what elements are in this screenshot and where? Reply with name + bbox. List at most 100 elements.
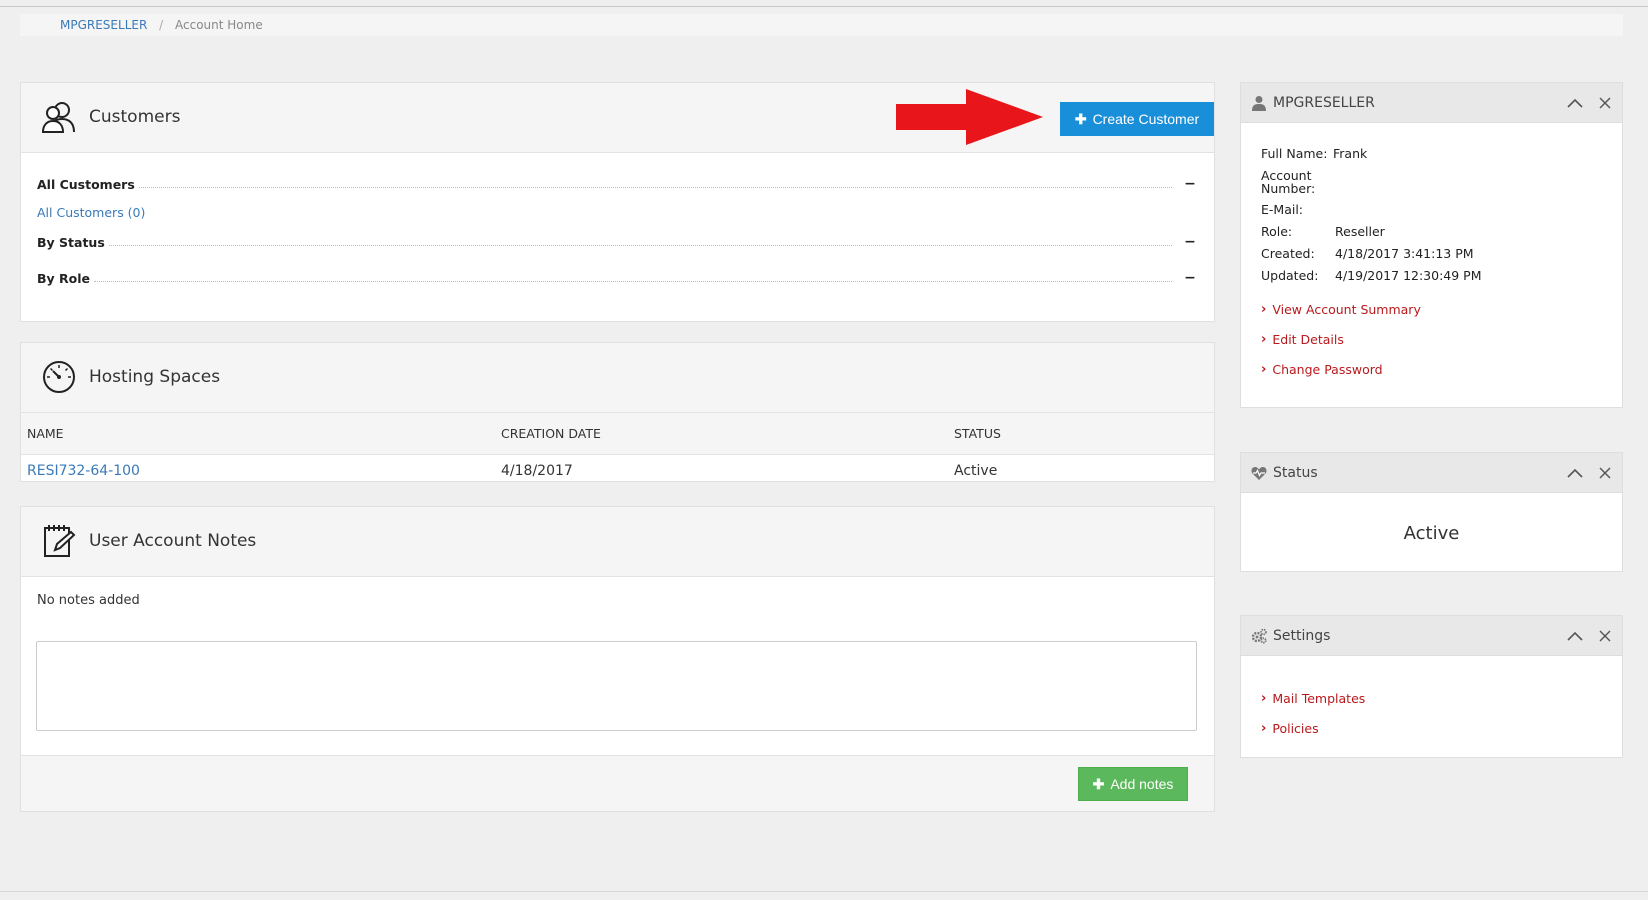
- account-status-value: Active: [1403, 523, 1460, 544]
- edit-details-link[interactable]: › Edit Details: [1261, 325, 1421, 355]
- link-label: Mail Templates: [1272, 691, 1366, 706]
- create-customer-button[interactable]: ✚ Create Customer: [1060, 102, 1214, 136]
- customer-filters: All Customers − All Customers (0) By Sta…: [21, 153, 1214, 293]
- mail-templates-link[interactable]: › Mail Templates: [1261, 684, 1365, 714]
- notepad-icon: [44, 525, 76, 557]
- link-label: Policies: [1272, 721, 1319, 736]
- notes-textarea[interactable]: [36, 641, 1197, 731]
- collapse-widget-button[interactable]: [1564, 92, 1586, 114]
- users-icon: [41, 102, 75, 133]
- chevron-up-icon: [1567, 468, 1583, 478]
- chevron-up-icon: [1567, 98, 1583, 108]
- chevron-right-icon: ›: [1261, 362, 1267, 377]
- link-label: View Account Summary: [1272, 302, 1421, 317]
- hosting-space-link[interactable]: RESI732-64-100: [27, 455, 140, 487]
- column-creation-date[interactable]: CREATION DATE: [501, 413, 601, 455]
- info-value: 4/19/2017 12:30:49 PM: [1335, 268, 1482, 283]
- account-info: Full Name: Frank Account Number: E-Mail:…: [1261, 147, 1482, 291]
- customers-panel-header: Customers ✚ Create Customer: [21, 83, 1214, 153]
- info-value: Frank: [1333, 146, 1368, 161]
- hosting-table-header: NAME CREATION DATE STATUS: [21, 413, 1214, 455]
- hosting-space-status: Active: [954, 463, 998, 479]
- breadcrumb-separator: /: [159, 18, 164, 32]
- info-label: Account Number:: [1261, 168, 1316, 196]
- collapse-widget-button[interactable]: [1564, 625, 1586, 647]
- no-notes-text: No notes added: [37, 593, 140, 608]
- customers-panel: Customers ✚ Create Customer All Customers…: [20, 82, 1215, 322]
- link-label: Change Password: [1272, 362, 1383, 377]
- account-links: › View Account Summary › Edit Details › Cha…: [1261, 295, 1421, 385]
- close-widget-button[interactable]: [1594, 462, 1616, 484]
- account-widget: MPGRESELLER Full Name: Frank Account Num…: [1240, 82, 1623, 408]
- link-label: Edit Details: [1272, 332, 1344, 347]
- user-account-notes-panel: User Account Notes No notes added ✚ Add n…: [20, 506, 1215, 812]
- dotted-leader: [94, 280, 1172, 282]
- heartbeat-icon: [1251, 467, 1267, 480]
- chevron-right-icon: ›: [1261, 691, 1267, 706]
- all-customers-link[interactable]: All Customers (0): [37, 199, 1198, 227]
- info-label: Role:: [1261, 224, 1293, 239]
- close-icon: [1599, 630, 1611, 642]
- collapse-toggle[interactable]: −: [1182, 270, 1198, 286]
- column-status[interactable]: STATUS: [954, 413, 1001, 455]
- plus-icon: ✚: [1074, 111, 1087, 127]
- hosting-title: Hosting Spaces: [89, 367, 221, 387]
- hosting-space-date: 4/18/2017: [501, 463, 573, 479]
- status-widget-header: Status: [1241, 453, 1622, 493]
- account-widget-title: MPGRESELLER: [1273, 95, 1375, 111]
- close-widget-button[interactable]: [1594, 625, 1616, 647]
- add-notes-button[interactable]: ✚ Add notes: [1078, 767, 1188, 801]
- info-value: Reseller: [1335, 224, 1385, 239]
- notes-title: User Account Notes: [89, 531, 257, 551]
- dotted-leader: [108, 244, 1172, 246]
- info-label: Updated:: [1261, 268, 1319, 283]
- info-full-name: Full Name: Frank: [1261, 147, 1482, 161]
- close-icon: [1599, 467, 1611, 479]
- collapse-toggle[interactable]: −: [1182, 234, 1198, 250]
- filter-all-customers-heading: All Customers: [37, 176, 139, 192]
- breadcrumb-root-link[interactable]: MPGRESELLER: [60, 18, 147, 32]
- settings-widget-header: Settings: [1241, 616, 1622, 656]
- red-arrow-annotation: [896, 89, 1043, 145]
- info-account-number: Account Number:: [1261, 169, 1482, 195]
- change-password-link[interactable]: › Change Password: [1261, 355, 1421, 385]
- info-value: 4/18/2017 3:41:13 PM: [1335, 246, 1474, 261]
- collapse-toggle[interactable]: −: [1182, 176, 1198, 192]
- chevron-right-icon: ›: [1261, 332, 1267, 347]
- chevron-right-icon: ›: [1261, 302, 1267, 317]
- close-icon: [1599, 97, 1611, 109]
- info-updated: Updated: 4/19/2017 12:30:49 PM: [1261, 269, 1482, 283]
- customers-title: Customers: [89, 107, 181, 127]
- filter-by-status: By Status −: [37, 227, 1198, 257]
- info-role: Role: Reseller: [1261, 225, 1482, 239]
- add-notes-label: Add notes: [1110, 776, 1174, 792]
- gauge-icon: [43, 361, 75, 393]
- status-widget: Status Active: [1240, 452, 1623, 572]
- policies-link[interactable]: › Policies: [1261, 714, 1365, 744]
- plus-icon: ✚: [1092, 776, 1105, 792]
- table-row: RESI732-64-100 4/18/2017 Active: [21, 455, 1214, 487]
- column-name[interactable]: NAME: [27, 413, 64, 455]
- info-label: Full Name:: [1261, 146, 1328, 161]
- chevron-up-icon: [1567, 631, 1583, 641]
- info-label: E-Mail:: [1261, 202, 1304, 217]
- hosting-spaces-panel: Hosting Spaces NAME CREATION DATE STATUS…: [20, 342, 1215, 482]
- status-widget-title: Status: [1273, 465, 1318, 481]
- chevron-right-icon: ›: [1261, 721, 1267, 736]
- breadcrumb: MPGRESELLER / Account Home: [20, 14, 1623, 36]
- collapse-widget-button[interactable]: [1564, 462, 1586, 484]
- info-label: Created:: [1261, 246, 1315, 261]
- filter-by-status-heading: By Status: [37, 234, 109, 250]
- info-email: E-Mail:: [1261, 203, 1482, 217]
- gears-icon: [1251, 628, 1267, 644]
- view-account-summary-link[interactable]: › View Account Summary: [1261, 295, 1421, 325]
- hosting-panel-header: Hosting Spaces: [21, 343, 1214, 413]
- settings-widget-title: Settings: [1273, 628, 1331, 644]
- bottom-divider: [0, 891, 1648, 892]
- breadcrumb-current: Account Home: [175, 18, 263, 32]
- close-widget-button[interactable]: [1594, 92, 1616, 114]
- filter-by-role-heading: By Role: [37, 270, 95, 286]
- top-divider: [0, 6, 1648, 7]
- dotted-leader: [138, 186, 1172, 188]
- filter-by-role: By Role −: [37, 263, 1198, 293]
